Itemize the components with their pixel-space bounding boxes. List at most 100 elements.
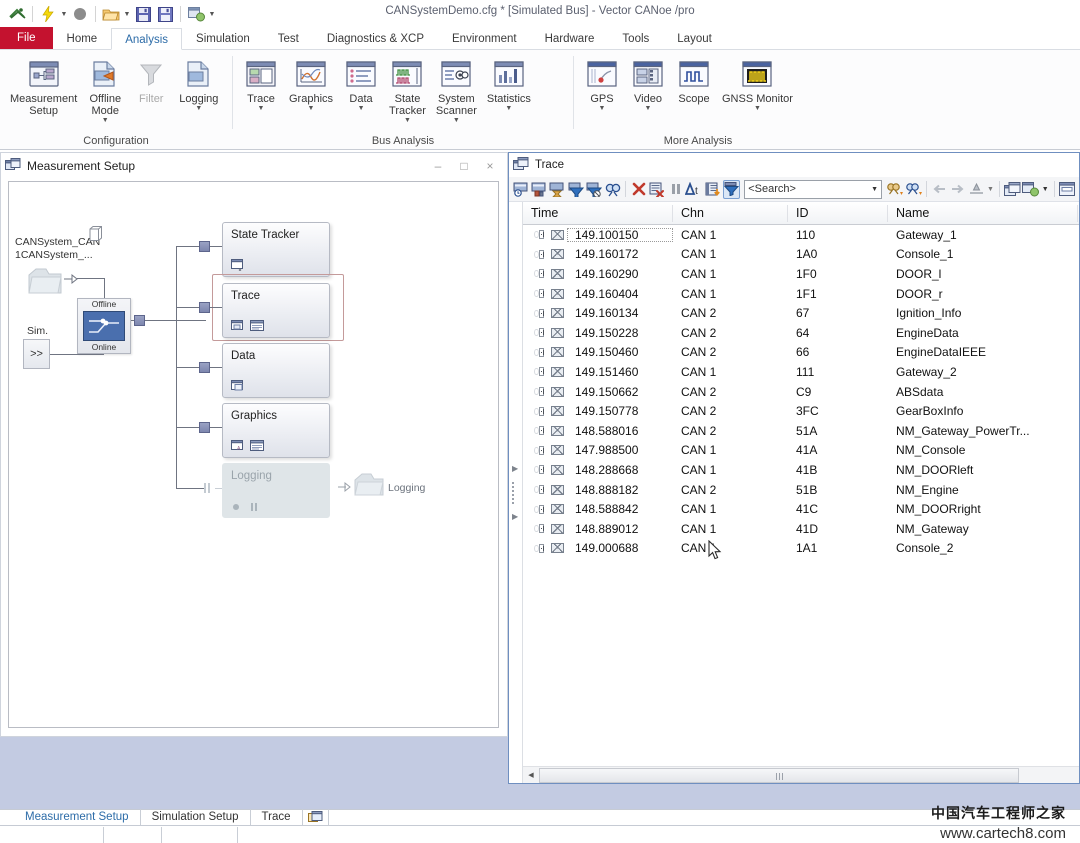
- plus-icon[interactable]: [538, 465, 544, 475]
- maximize-icon[interactable]: □: [451, 156, 477, 176]
- open-dropdown[interactable]: ▼: [122, 5, 132, 23]
- save-as-icon[interactable]: [154, 4, 176, 24]
- column-header-chn[interactable]: Chn: [673, 202, 788, 225]
- row-expand-toggle[interactable]: [523, 445, 547, 455]
- time-absolute-icon[interactable]: [512, 180, 529, 199]
- pause-icon[interactable]: [667, 180, 684, 199]
- column-header-name[interactable]: Name: [888, 202, 1078, 225]
- tab-layout[interactable]: Layout: [663, 27, 726, 49]
- new-window-icon[interactable]: [185, 4, 207, 24]
- tab-simulation[interactable]: Simulation: [182, 27, 264, 49]
- logging-port-icon[interactable]: [202, 481, 216, 495]
- plus-icon[interactable]: [538, 504, 544, 514]
- ribbon-button-measurement-setup[interactable]: Measurement Setup: [5, 55, 82, 119]
- plus-icon[interactable]: [538, 524, 544, 534]
- plus-icon[interactable]: [538, 308, 544, 318]
- chevron-down-icon[interactable]: ▼: [358, 105, 365, 113]
- toggle-switch[interactable]: [83, 311, 125, 341]
- trace-horizontal-scrollbar[interactable]: ◀: [523, 766, 1079, 783]
- table-row[interactable]: 149.150228 CAN 2 64 EngineData: [523, 323, 1079, 343]
- measurement-setup-canvas[interactable]: CANSystem_CAN 1CANSystem_... Offline Onl…: [8, 181, 499, 728]
- find-previous-icon[interactable]: [886, 180, 904, 199]
- tab-analysis[interactable]: Analysis: [111, 28, 183, 50]
- marker-dropdown-icon[interactable]: ▼: [986, 180, 995, 198]
- canoe-logo-icon[interactable]: [6, 4, 28, 24]
- plus-icon[interactable]: [538, 485, 544, 495]
- replay-folder-icon[interactable]: [27, 267, 63, 297]
- chevron-down-icon[interactable]: ▼: [102, 117, 109, 125]
- plus-icon[interactable]: [538, 445, 544, 455]
- plus-icon[interactable]: [538, 543, 544, 553]
- block-state-tracker[interactable]: State Tracker: [222, 222, 330, 277]
- start-measurement-dropdown[interactable]: ▼: [59, 5, 69, 23]
- table-row[interactable]: 149.151460 CAN 1 111 Gateway_2: [523, 362, 1079, 382]
- chevron-down-icon[interactable]: ▼: [308, 105, 315, 113]
- analysis-filter-icon[interactable]: [722, 179, 741, 199]
- table-row[interactable]: 149.100150 CAN 1 110 Gateway_1: [523, 225, 1079, 245]
- block-port[interactable]: [199, 302, 210, 313]
- splitter-grip[interactable]: [512, 480, 519, 506]
- stop-measurement-icon[interactable]: [69, 4, 91, 24]
- chevron-down-icon[interactable]: ▼: [645, 105, 652, 113]
- delta-time-icon[interactable]: t: [685, 180, 703, 199]
- row-expand-toggle[interactable]: [523, 406, 547, 416]
- block-data[interactable]: Data: [222, 343, 330, 398]
- row-expand-toggle[interactable]: [523, 328, 547, 338]
- tab-home[interactable]: Home: [53, 27, 112, 49]
- chevron-down-icon[interactable]: ▼: [599, 105, 606, 113]
- table-row[interactable]: 148.889012 CAN 1 41D NM_Gateway: [523, 519, 1079, 539]
- ribbon-button-data[interactable]: Data ▼: [338, 55, 384, 115]
- chevron-down-icon[interactable]: ▼: [404, 117, 411, 125]
- row-expand-toggle[interactable]: [523, 387, 547, 397]
- bottom-tab-measurement-setup[interactable]: Measurement Setup: [14, 809, 141, 825]
- filter-pass-icon[interactable]: [567, 180, 584, 199]
- row-expand-toggle[interactable]: [523, 543, 547, 553]
- row-expand-toggle[interactable]: [523, 485, 547, 495]
- chevron-down-icon[interactable]: ▼: [754, 105, 761, 113]
- plus-icon[interactable]: [538, 230, 544, 240]
- tab-hardware[interactable]: Hardware: [531, 27, 609, 49]
- layout-icon[interactable]: [1059, 180, 1076, 199]
- ribbon-button-graphics[interactable]: Graphics ▼: [284, 55, 338, 115]
- plus-icon[interactable]: [538, 347, 544, 357]
- bus-port[interactable]: [134, 315, 145, 326]
- clear-list-icon[interactable]: [649, 180, 666, 199]
- add-window-icon[interactable]: [303, 809, 329, 825]
- column-header-time[interactable]: Time: [523, 202, 673, 225]
- column-header-id[interactable]: ID: [788, 202, 888, 225]
- bottom-tab-trace[interactable]: Trace: [251, 809, 303, 825]
- ribbon-button-offline-mode[interactable]: Offline Mode ▼: [82, 55, 128, 127]
- plus-icon[interactable]: [538, 406, 544, 416]
- ribbon-button-scope[interactable]: Scope: [671, 55, 717, 107]
- table-row[interactable]: 148.588842 CAN 1 41C NM_DOORright: [523, 499, 1079, 519]
- ribbon-button-system-scanner[interactable]: System Scanner ▼: [431, 55, 482, 127]
- block-port[interactable]: [199, 422, 210, 433]
- table-row[interactable]: 148.288668 CAN 1 41B NM_DOORleft: [523, 460, 1079, 480]
- table-row[interactable]: 149.160290 CAN 1 1F0 DOOR_l: [523, 264, 1079, 284]
- open-configuration-icon[interactable]: [100, 4, 122, 24]
- chevron-down-icon[interactable]: ▼: [195, 105, 202, 113]
- table-row[interactable]: 149.150662 CAN 2 C9 ABSdata: [523, 382, 1079, 402]
- row-expand-toggle[interactable]: [523, 249, 547, 259]
- plus-icon[interactable]: [538, 289, 544, 299]
- customize-qat-dropdown[interactable]: ▼: [207, 5, 217, 23]
- scroll-track[interactable]: [539, 767, 1079, 783]
- plus-icon[interactable]: [538, 328, 544, 338]
- split-arrow-down-icon[interactable]: ▶: [512, 512, 518, 521]
- ribbon-button-statistics[interactable]: Statistics ▼: [482, 55, 536, 115]
- chevron-down-icon[interactable]: ▼: [871, 186, 878, 193]
- plus-icon[interactable]: [538, 249, 544, 259]
- table-row[interactable]: 149.150778 CAN 2 3FC GearBoxInfo: [523, 401, 1079, 421]
- offline-online-toggle[interactable]: Offline Online: [77, 298, 131, 354]
- table-row[interactable]: 149.150460 CAN 2 66 EngineDataIEEE: [523, 343, 1079, 363]
- ribbon-button-trace[interactable]: Trace ▼: [238, 55, 284, 115]
- row-expand-toggle[interactable]: [523, 524, 547, 534]
- export-icon[interactable]: [704, 180, 721, 199]
- new-window-icon[interactable]: [1022, 180, 1040, 199]
- table-row[interactable]: 149.160404 CAN 1 1F1 DOOR_r: [523, 284, 1079, 304]
- block-graphics[interactable]: Graphics A: [222, 403, 330, 458]
- block-trace[interactable]: Trace: [222, 283, 330, 338]
- split-arrow-up-icon[interactable]: ▶: [512, 464, 518, 473]
- row-expand-toggle[interactable]: [523, 269, 547, 279]
- scroll-thumb[interactable]: [539, 767, 1019, 783]
